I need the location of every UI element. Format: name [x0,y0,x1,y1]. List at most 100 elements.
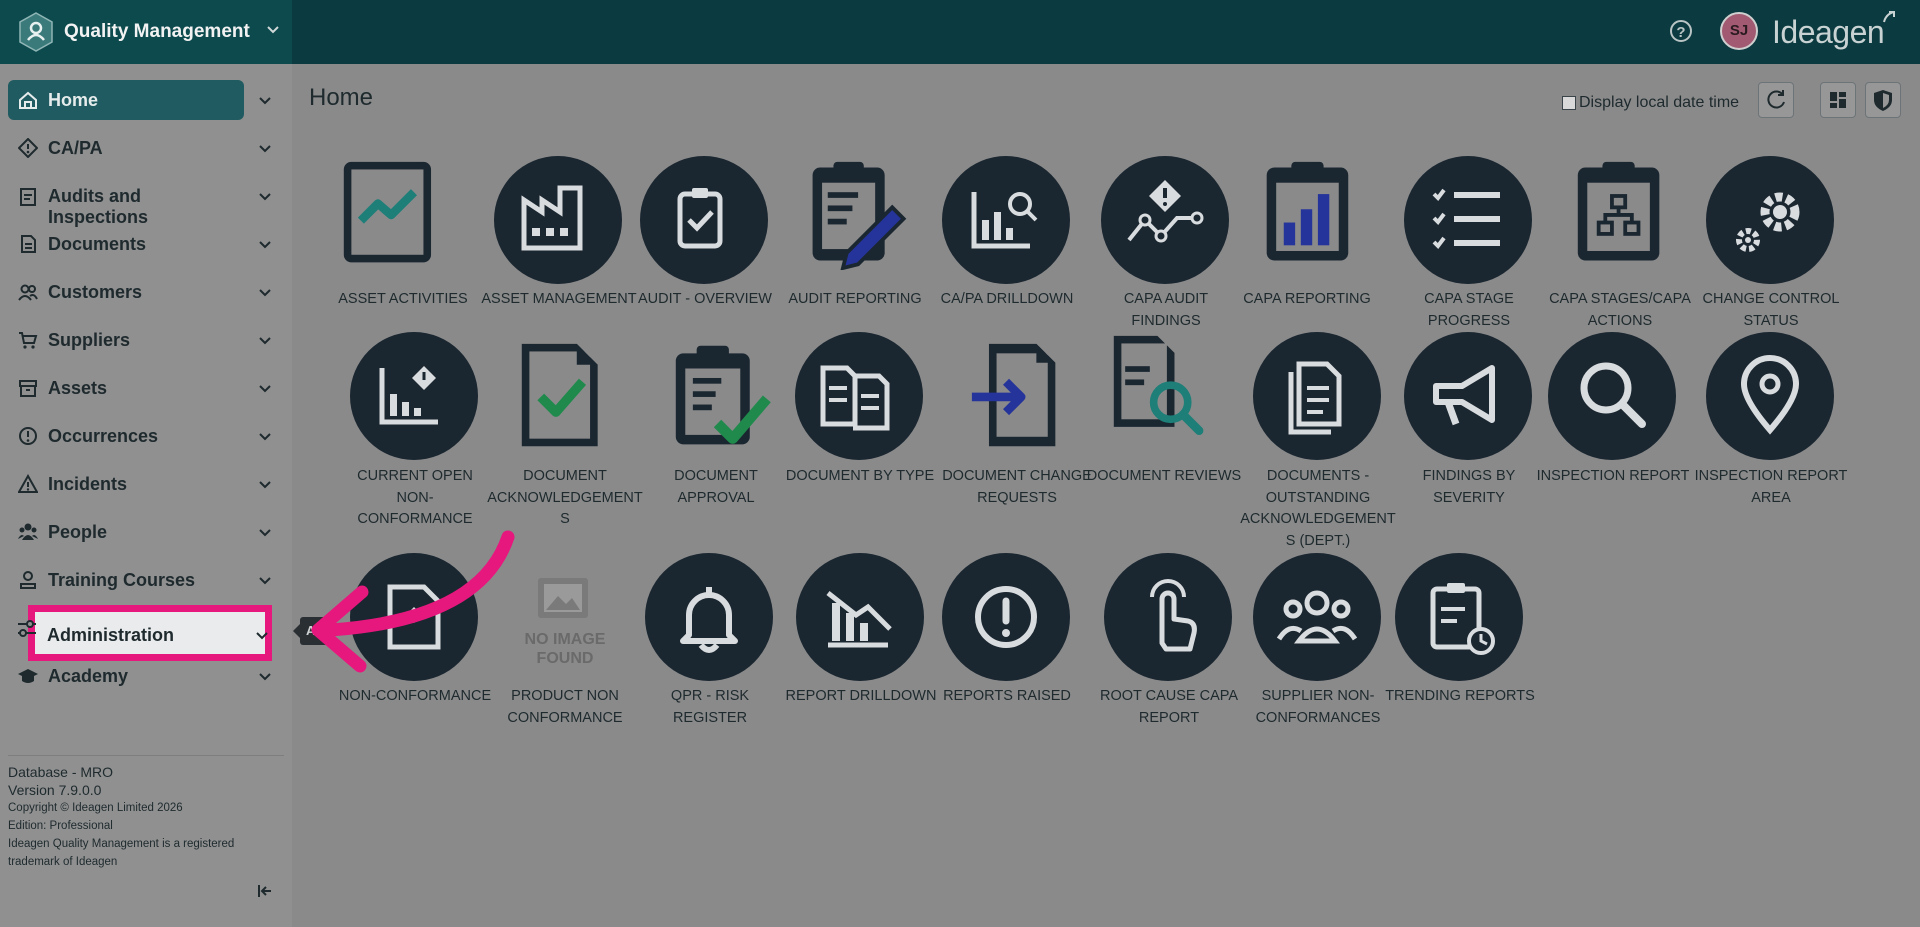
tile-label-line: INSPECTION REPORT [1694,468,1848,484]
location-pin-icon [1740,355,1800,435]
sidebar-item-occurrences[interactable]: Occurrences [8,416,244,456]
tile-label: DOCUMENT ACKNOWLEDGEMENT S [487,466,643,531]
edition-label: Edition: Professional [8,820,113,832]
bell-icon [680,587,738,653]
sidebar-item-assets[interactable]: Assets [8,368,244,408]
people-icon [18,523,38,540]
sidebar-item-label: Academy [48,666,129,686]
refresh-button[interactable] [1758,82,1794,118]
chevron-down-icon[interactable] [258,381,272,395]
tile-label-line: S [560,511,570,527]
tile-label-line: PRODUCT NON [511,688,619,704]
chevron-down-icon [256,632,268,640]
tooltip-arrow [293,624,300,638]
sidebar-item-customers[interactable]: Customers [8,272,244,312]
tile-label-line: DOCUMENT REVIEWS [1086,468,1242,484]
tile-label-line: ROOT CAUSE CAPA [1099,688,1239,704]
tile-label: ASSET ACTIVITIES [325,289,481,311]
chevron-down-icon[interactable] [258,525,272,539]
tile-label-line: DOCUMENT BY TYPE [785,468,935,484]
chevron-down-icon[interactable] [258,429,272,443]
help-icon[interactable]: ? [1670,20,1692,42]
clipboard-pencil-icon [812,161,907,270]
training-icon [20,571,36,589]
chevron-down-icon[interactable] [258,141,272,155]
tile-label-line: REPORT DRILLDOWN [785,688,937,704]
tile-label: ASSET MANAGEMENT [481,289,637,311]
tile-label: DOCUMENT CHANGE REQUESTS [939,466,1095,509]
tile-label-line: REPORT [1138,709,1200,726]
chevron-down-icon[interactable] [258,669,272,683]
sidebar-item-incidents[interactable]: Incidents [8,464,244,504]
tile-label: DOCUMENT REVIEWS [1086,466,1242,488]
chevron-down-icon[interactable] [258,333,272,347]
chevron-down-icon[interactable] [258,573,272,587]
sidebar-item-training-courses[interactable]: Training Courses [8,560,244,600]
tile-label: NON-CONFORMANCE [337,686,493,708]
tile-label: INSPECTION REPORT [1535,466,1691,488]
documents-stack-icon [1288,361,1342,435]
brand-logo: Ideagen [1772,14,1885,50]
brand-mark-icon [1883,11,1895,23]
warning-icon [18,474,38,493]
sidebar-item-label: Home [48,90,99,110]
tile-label: INSPECTION REPORT AREA [1693,466,1849,509]
gears-icon [1736,192,1800,252]
document-check-icon [521,343,598,447]
clipboard-icon [20,188,36,206]
customers-icon [18,284,38,301]
shield-icon [1874,90,1892,111]
sidebar-item-label: CA/PA [48,138,103,158]
clipboard-approve-icon [675,345,771,445]
sidebar-item-label: Assets [48,378,108,398]
user-avatar[interactable]: SJ [1720,12,1758,50]
sidebar-item-documents[interactable]: Documents [8,224,244,264]
sidebar-item-ca-pa[interactable]: CA/PA [8,128,244,168]
sidebar-item-administration[interactable]: Administration [28,605,272,661]
tile-label-line: ACKNOWLEDGEMENT [487,489,643,506]
sidebar-item-label: Documents [48,234,147,254]
tile-label: REPORTS RAISED [929,686,1085,708]
chevron-down-icon[interactable] [258,93,272,107]
sliders-icon [18,620,36,637]
tile-label: DOCUMENT BY TYPE [782,466,938,488]
tile-label-line: QPR - RISK REGISTER [670,688,750,726]
tile-label: CAPA REPORTING [1229,289,1385,311]
chevron-down-icon[interactable] [258,237,272,251]
collapse-sidebar-icon[interactable] [256,882,274,900]
sidebar-item-academy[interactable]: Academy [8,656,244,696]
tile-label-line: CAPA STAGES/CAPA [1549,291,1691,307]
sidebar-item-suppliers[interactable]: Suppliers [8,320,244,360]
cart-icon [19,332,38,349]
chevron-down-icon[interactable] [258,285,272,299]
display-local-date-time-checkbox[interactable] [1562,96,1576,110]
tile-label-line: STATUS [1743,312,1799,329]
tile-label: PRODUCT NON CONFORMANCE [487,686,643,729]
sidebar-item-label: Customers [48,282,143,302]
tile-label: SUPPLIER NON- CONFORMANCES [1240,686,1396,729]
sidebar-item-label: Administration [47,625,175,645]
document-alert-icon [387,584,441,650]
graduation-cap-icon [18,669,38,683]
sidebar-item-home[interactable]: Home [8,80,244,120]
security-button[interactable] [1865,82,1901,118]
display-local-date-time[interactable]: Display local date time [1562,94,1739,112]
chart-decline-icon [826,591,892,648]
app-switcher[interactable]: Quality Management [0,0,292,64]
sidebar-item-audits-and-inspections[interactable]: Audits and Inspections [8,176,244,227]
no-image-text: FOUND [536,650,594,667]
chevron-down-icon[interactable] [258,477,272,491]
tile-label-line: CHANGE CONTROL [1702,291,1840,307]
tile-label: QPR - RISK REGISTER [632,686,788,729]
sidebar-item-label: Training Courses [48,570,196,590]
display-local-date-time-label: Display local date time [1579,94,1740,111]
chevron-down-icon[interactable] [258,189,272,203]
database-label: Database - MRO [8,764,114,780]
chart-alert-icon [379,366,438,425]
tile-label-line: DOCUMENTS - [1266,468,1370,484]
sidebar-item-people[interactable]: People [8,512,244,552]
tile-label-line: REPORTS RAISED [943,688,1071,704]
dashboard-layout-button[interactable] [1820,82,1856,118]
no-image-text: NO IMAGE [524,631,606,648]
factory-icon [521,185,583,251]
